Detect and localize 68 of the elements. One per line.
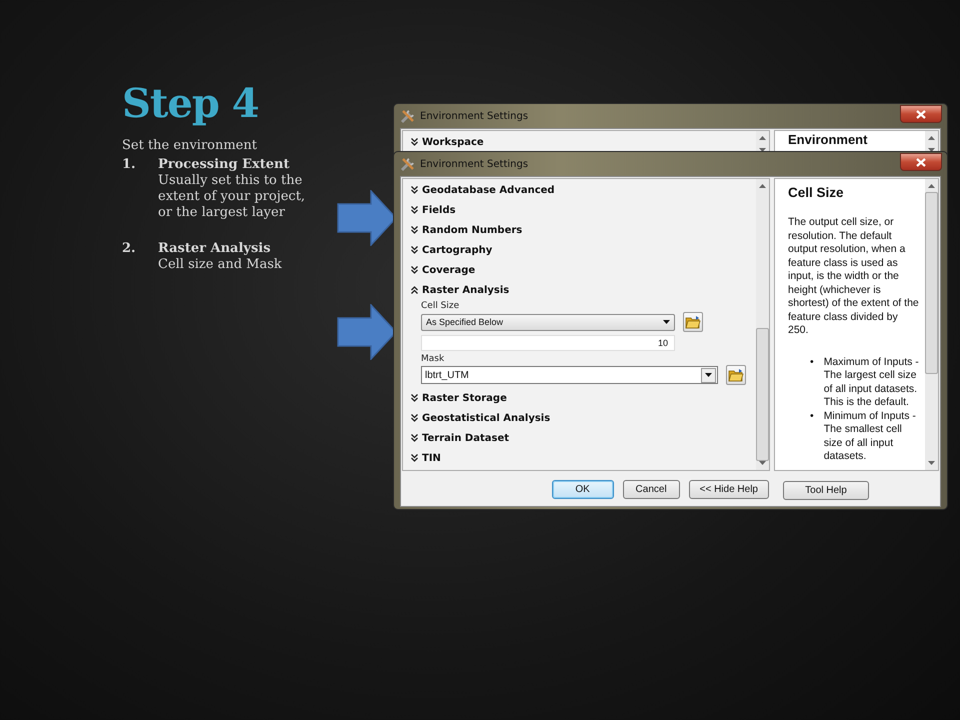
field-label: Mask [421, 354, 446, 364]
dropdown-button[interactable] [701, 368, 716, 382]
dialog-button[interactable]: << Hide Help [688, 480, 769, 498]
combo-box[interactable]: lbtrt_UTM [421, 366, 718, 384]
expand-icon[interactable] [411, 138, 418, 146]
field-label: Cell Size [421, 301, 460, 311]
dropdown[interactable]: As Specified Below [421, 314, 675, 330]
section-header[interactable]: TIN [422, 452, 441, 464]
expand-icon[interactable] [411, 454, 418, 462]
expand-icon[interactable] [411, 434, 418, 442]
caret-icon [663, 320, 670, 324]
help-title: Environment [788, 132, 868, 147]
section-header[interactable]: Fields [422, 204, 456, 216]
open-folder-button[interactable] [683, 312, 703, 332]
expand-icon[interactable] [411, 206, 418, 214]
scroll-up-icon[interactable] [759, 135, 766, 140]
step-text: Usually set this to the extent of your project, or the largest layer [158, 172, 306, 220]
bullet-marker: • [810, 356, 814, 370]
close-button[interactable] [900, 105, 942, 123]
tools-icon [400, 156, 416, 172]
close-button[interactable] [900, 153, 942, 171]
dialog-button[interactable]: OK [552, 480, 614, 498]
window-title: Environment Settings [420, 110, 528, 122]
open-folder-button[interactable] [726, 365, 746, 385]
scroll-up-icon[interactable] [928, 135, 935, 140]
section-header[interactable]: Geodatabase Advanced [422, 184, 555, 196]
expand-icon[interactable] [411, 246, 418, 254]
section-header[interactable]: Random Numbers [422, 224, 522, 236]
expand-icon[interactable] [411, 394, 418, 402]
step-heading: Raster Analysis [158, 240, 272, 257]
tools-icon [400, 108, 416, 124]
step-number: 1. [122, 157, 137, 174]
help-title: Cell Size [788, 185, 845, 200]
slide-title: Step 4 [122, 82, 260, 126]
section-header[interactable]: Raster Analysis [422, 284, 510, 296]
scroll-up-icon[interactable] [928, 183, 935, 188]
step-text: Cell size and Mask [158, 256, 282, 272]
expand-icon[interactable] [411, 266, 418, 274]
folder-icon [728, 368, 744, 382]
scrollbar[interactable] [925, 179, 938, 470]
expand-icon[interactable] [411, 414, 418, 422]
step-heading: Processing Extent [158, 157, 291, 173]
close-icon [916, 158, 926, 166]
intro-text: Set the environment [122, 138, 258, 153]
section-header[interactable]: Geostatistical Analysis [422, 412, 550, 424]
section-header[interactable]: Terrain Dataset [422, 432, 510, 444]
section-header[interactable]: Cartography [422, 244, 492, 256]
help-paragraph: The output cell size, or resolution. The default output resolution, when a feature class is used as input, is the width or the height (whichever is shortest) of the extent of the feature class divided by 250. [788, 216, 920, 338]
expand-icon[interactable] [411, 186, 418, 194]
window-title: Environment Settings [420, 158, 528, 170]
scroll-up-icon[interactable] [759, 183, 766, 188]
bullet-marker: • [810, 410, 814, 424]
scroll-down-icon[interactable] [759, 148, 766, 153]
collapse-icon[interactable] [411, 286, 418, 294]
scrollbar[interactable] [756, 179, 769, 470]
section-header[interactable]: Raster Storage [422, 392, 507, 404]
section-header[interactable]: Workspace [422, 136, 484, 148]
tool-help-button[interactable]: Tool Help [783, 481, 869, 500]
folder-icon [685, 315, 701, 329]
caret-icon [705, 373, 712, 377]
help-bullet: Minimum of Inputs - The smallest cell size of all input datasets. [824, 410, 917, 464]
input-field[interactable]: 10 [421, 335, 675, 351]
expand-icon[interactable] [411, 226, 418, 234]
help-bullet: Maximum of Inputs - The largest cell size of all input datasets. This is the default. [824, 356, 920, 410]
dialog-button[interactable]: Cancel [622, 480, 680, 498]
close-icon [916, 110, 926, 118]
section-header[interactable]: Coverage [422, 264, 476, 276]
step-number: 2. [122, 240, 137, 258]
